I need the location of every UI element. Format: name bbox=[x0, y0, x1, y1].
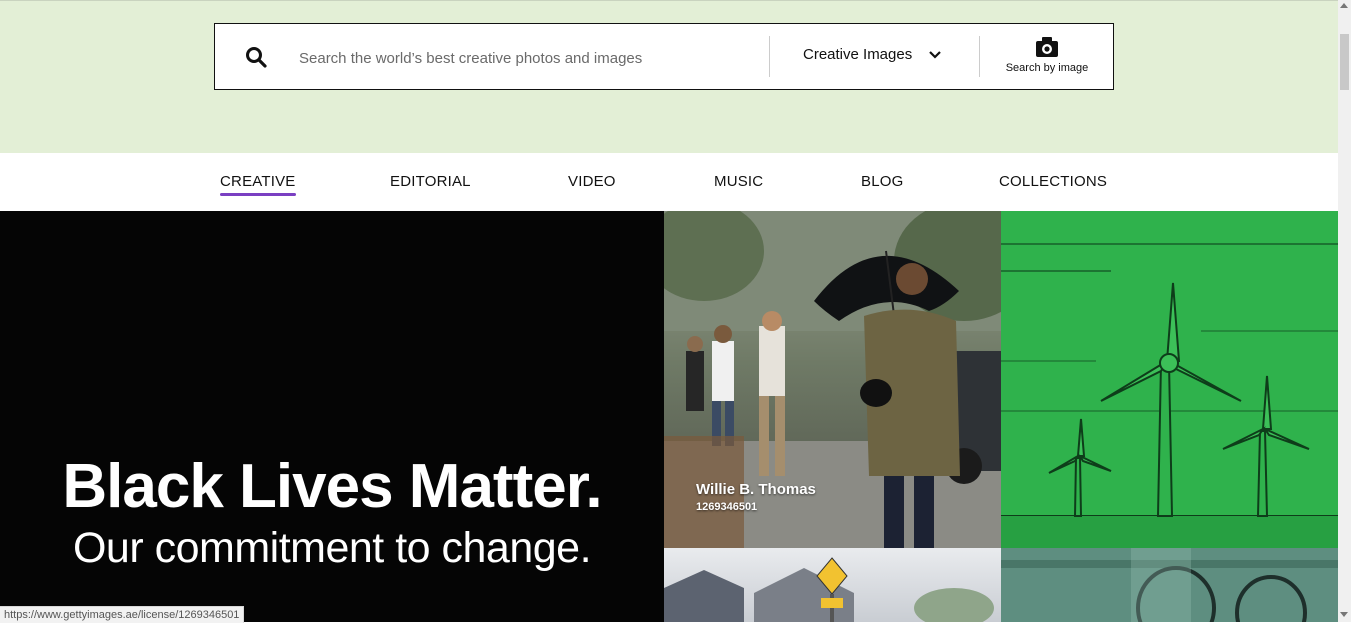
divider bbox=[769, 36, 770, 77]
image-type-dropdown[interactable]: Creative Images bbox=[803, 46, 942, 63]
link-status-bar: https://www.gettyimages.ae/license/12693… bbox=[0, 606, 245, 623]
tab-blog[interactable]: BLOG bbox=[861, 173, 903, 190]
photo-tile-glasses[interactable] bbox=[1001, 548, 1338, 622]
hero-banner[interactable]: Black Lives Matter. Our commitment to ch… bbox=[0, 211, 664, 622]
street-sign-photo bbox=[664, 557, 994, 622]
divider bbox=[979, 36, 980, 77]
vertical-scrollbar[interactable] bbox=[1338, 0, 1351, 622]
glasses-photo bbox=[1001, 548, 1338, 622]
tab-collections[interactable]: COLLECTIONS bbox=[999, 173, 1107, 190]
tab-video[interactable]: VIDEO bbox=[568, 173, 616, 190]
search-bar: Creative Images Search by image bbox=[214, 23, 1114, 90]
tab-editorial[interactable]: EDITORIAL bbox=[390, 173, 471, 190]
main-nav: CREATIVE EDITORIAL VIDEO MUSIC BLOG COLL… bbox=[0, 153, 1338, 211]
search-by-image-button[interactable]: Search by image bbox=[1003, 36, 1091, 74]
tab-creative[interactable]: CREATIVE bbox=[220, 173, 296, 196]
photo-tile-woman-umbrella[interactable]: Willie B. Thomas 1269346501 bbox=[664, 211, 1001, 548]
camera-icon bbox=[1036, 37, 1058, 57]
scroll-up-arrow-icon[interactable] bbox=[1340, 3, 1348, 8]
wind-turbine-illustration-tile[interactable] bbox=[1001, 211, 1338, 548]
scrollbar-thumb[interactable] bbox=[1340, 34, 1349, 90]
scroll-down-arrow-icon[interactable] bbox=[1340, 612, 1348, 617]
search-banner: Creative Images Search by image bbox=[0, 0, 1338, 153]
search-icon[interactable] bbox=[245, 46, 267, 68]
wind-turbine-illustration bbox=[1001, 243, 1338, 548]
hero-subtitle: Our commitment to change. bbox=[72, 524, 592, 572]
tab-music[interactable]: MUSIC bbox=[714, 173, 763, 190]
image-id: 1269346501 bbox=[696, 501, 758, 513]
search-input[interactable] bbox=[297, 42, 761, 74]
hero-title: Black Lives Matter. bbox=[62, 452, 602, 521]
photographer-name: Willie B. Thomas bbox=[696, 481, 816, 498]
photo-tile-street-sign[interactable] bbox=[664, 548, 1001, 622]
image-type-label: Creative Images bbox=[803, 46, 913, 63]
search-by-image-label: Search by image bbox=[1005, 62, 1089, 74]
chevron-down-icon bbox=[929, 50, 941, 59]
